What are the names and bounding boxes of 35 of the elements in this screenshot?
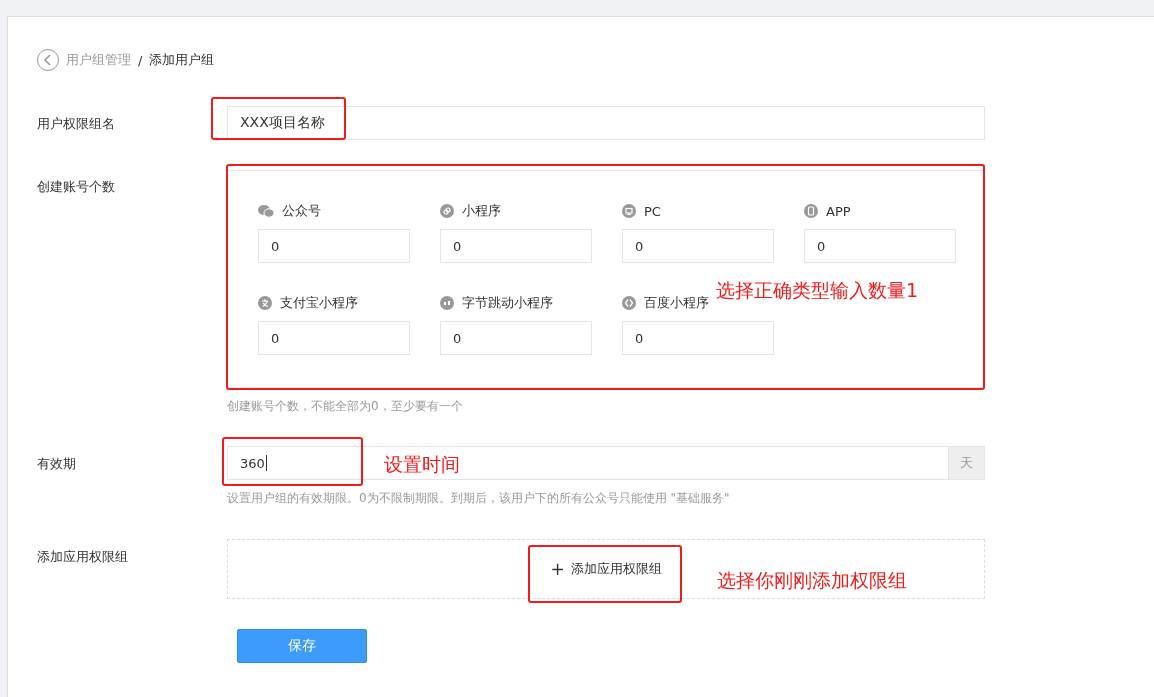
breadcrumb-separator: /	[138, 52, 143, 68]
chat-bubbles-icon	[258, 204, 274, 218]
input-field[interactable]: 0	[258, 321, 410, 355]
field-label: 小程序	[462, 202, 501, 220]
input-field[interactable]: 0	[440, 229, 592, 263]
input-field[interactable]: 0	[440, 321, 592, 355]
hint-text: 设置用户组的有效期限。0为不限制期限。到期后，该用户下的所有公众号只能使用 "基础服务"	[227, 490, 731, 506]
field-label: 创建账号个数	[37, 178, 116, 196]
link-circle-icon	[440, 204, 454, 218]
input-field[interactable]: 0	[804, 229, 956, 263]
annotation-text: 设置时间	[384, 452, 460, 477]
field-label: 添加应用权限组	[37, 548, 129, 566]
chevrons-circle-icon	[622, 296, 636, 310]
unit-addon: 天	[949, 446, 985, 480]
annotation-text: 选择你刚刚添加权限组	[717, 568, 907, 593]
breadcrumb-current: 添加用户组	[149, 51, 215, 69]
input-field[interactable]: 0	[622, 321, 774, 355]
field-label: 用户权限组名	[37, 115, 116, 133]
input-field[interactable]: XXX项目名称	[227, 106, 985, 140]
field-label: APP	[826, 203, 851, 219]
field-label: 字节跳动小程序	[462, 294, 553, 312]
field-label: 百度小程序	[644, 294, 709, 312]
back-button[interactable]	[37, 49, 59, 71]
input-field[interactable]: 0	[622, 229, 774, 263]
chevron-left-icon	[43, 54, 53, 66]
field-label: 支付宝小程序	[280, 294, 358, 312]
annotation-text: 选择正确类型输入数量1	[716, 278, 919, 303]
phone-icon	[804, 204, 818, 218]
add-group-button[interactable]: + 添加应用权限组	[546, 555, 666, 583]
field-label: 有效期	[37, 455, 77, 473]
monitor-icon	[622, 204, 636, 218]
hint-text: 创建账号个数，不能全部为0，至少要有一个	[227, 398, 464, 414]
input-field[interactable]: 0	[258, 229, 410, 263]
field-label: 公众号	[282, 202, 321, 220]
field-label: PC	[644, 203, 661, 219]
